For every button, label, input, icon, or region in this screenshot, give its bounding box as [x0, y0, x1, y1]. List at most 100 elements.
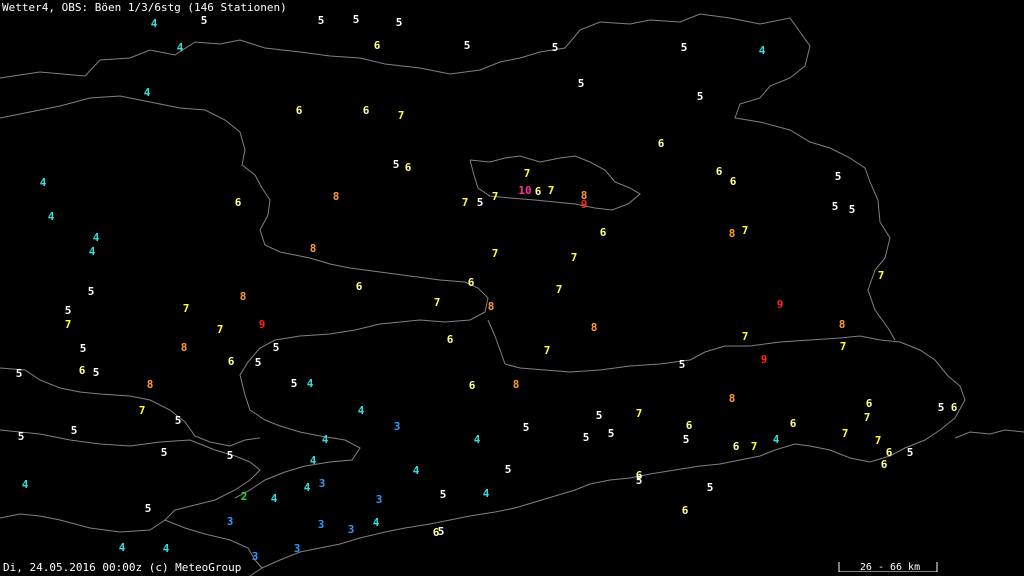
station-gust-value: 6 — [950, 401, 958, 414]
station-gust-value: 6 — [789, 417, 797, 430]
station-gust-value: 7 — [547, 184, 555, 197]
station-gust-value: 5 — [254, 356, 262, 369]
station-gust-value: 6 — [729, 175, 737, 188]
station-gust-value: 8 — [309, 242, 317, 255]
station-gust-value: 6 — [467, 276, 475, 289]
station-gust-value: 5 — [476, 196, 484, 209]
station-gust-value: 7 — [64, 318, 72, 331]
station-gust-value: 5 — [582, 431, 590, 444]
station-gust-value: 6 — [373, 39, 381, 52]
scale-label: 26 - 66 km — [859, 562, 921, 573]
station-gust-value: 5 — [290, 377, 298, 390]
station-gust-value: 5 — [595, 409, 603, 422]
station-gust-value: 4 — [270, 492, 278, 505]
station-gust-value: 4 — [150, 17, 158, 30]
station-gust-value: 5 — [160, 446, 168, 459]
station-gust-value: 5 — [87, 285, 95, 298]
station-gust-value: 7 — [863, 411, 871, 424]
station-gust-value: 8 — [728, 392, 736, 405]
station-gust-value: 4 — [412, 464, 420, 477]
station-gust-value: 7 — [461, 196, 469, 209]
border-southwest — [0, 429, 261, 533]
station-gust-value: 6 — [732, 440, 740, 453]
station-gust-value: 6 — [234, 196, 242, 209]
station-gust-value: 5 — [144, 502, 152, 515]
station-gust-value: 5 — [79, 342, 87, 355]
station-gust-value: 3 — [347, 523, 355, 536]
station-gust-value: 2 — [240, 490, 248, 503]
timestamp-copyright: Di, 24.05.2016 00:00z (c) MeteoGroup — [3, 561, 242, 574]
station-gust-value: 4 — [758, 44, 766, 57]
station-gust-value: 5 — [70, 424, 78, 437]
station-gust-value: 5 — [635, 474, 643, 487]
station-gust-value: 7 — [491, 247, 499, 260]
station-gust-value: 7 — [216, 323, 224, 336]
station-gust-value: 3 — [293, 542, 301, 555]
station-gust-value: 5 — [463, 39, 471, 52]
station-gust-value: 4 — [21, 478, 29, 491]
station-gust-value: 8 — [512, 378, 520, 391]
station-gust-value: 4 — [176, 41, 184, 54]
station-gust-value: 6 — [78, 364, 86, 377]
station-gust-value: 3 — [318, 477, 326, 490]
station-gust-value: 8 — [838, 318, 846, 331]
station-gust-value: 5 — [272, 341, 280, 354]
station-gust-value: 6 — [865, 397, 873, 410]
station-gust-value: 5 — [92, 366, 100, 379]
station-gust-value: 8 — [590, 321, 598, 334]
station-gust-value: 7 — [635, 407, 643, 420]
station-gust-value: 5 — [200, 14, 208, 27]
station-gust-value: 4 — [162, 542, 170, 555]
station-gust-value: 6 — [227, 355, 235, 368]
border-north — [0, 13, 896, 341]
station-gust-value: 6 — [295, 104, 303, 117]
station-gust-value: 7 — [750, 440, 758, 453]
station-gust-value: 7 — [543, 344, 551, 357]
station-gust-value: 4 — [92, 231, 100, 244]
station-gust-value: 3 — [226, 515, 234, 528]
station-gust-value: 5 — [504, 463, 512, 476]
station-gust-value: 8 — [180, 341, 188, 354]
station-gust-value: 5 — [906, 446, 914, 459]
station-gust-value: 7 — [570, 251, 578, 264]
station-gust-value: 5 — [834, 170, 842, 183]
station-gust-value: 8 — [146, 378, 154, 391]
station-gust-value: 4 — [372, 516, 380, 529]
map-title: Wetter4, OBS: Böen 1/3/6stg (146 Station… — [2, 1, 287, 14]
station-gust-value: 7 — [523, 167, 531, 180]
station-gust-value: 6 — [355, 280, 363, 293]
station-gust-value: 6 — [657, 137, 665, 150]
station-gust-value: 4 — [473, 433, 481, 446]
station-gust-value: 8 — [728, 227, 736, 240]
station-gust-value: 5 — [682, 433, 690, 446]
station-gust-value: 5 — [395, 16, 403, 29]
station-gust-value: 10 — [518, 184, 532, 197]
station-gust-value: 4 — [143, 86, 151, 99]
station-gust-value: 7 — [491, 190, 499, 203]
station-gust-value: 5 — [551, 41, 559, 54]
station-gust-value: 6 — [404, 161, 412, 174]
station-gust-value: 6 — [715, 165, 723, 178]
station-gust-value: 5 — [848, 203, 856, 216]
station-gust-value: 5 — [437, 525, 445, 538]
station-gust-value: 4 — [306, 377, 314, 390]
station-gust-value: 5 — [678, 358, 686, 371]
station-gust-value: 9 — [258, 318, 266, 331]
station-gust-value: 6 — [685, 419, 693, 432]
station-gust-value: 6 — [534, 185, 542, 198]
station-gust-value: 5 — [317, 14, 325, 27]
station-gust-value: 5 — [831, 200, 839, 213]
station-gust-value: 5 — [15, 367, 23, 380]
station-gust-value: 4 — [309, 454, 317, 467]
station-gust-value: 4 — [118, 541, 126, 554]
station-gust-value: 6 — [446, 333, 454, 346]
station-gust-value: 5 — [577, 77, 585, 90]
station-gust-value: 7 — [555, 283, 563, 296]
station-gust-value: 5 — [937, 401, 945, 414]
station-gust-value: 6 — [880, 458, 888, 471]
station-gust-value: 7 — [741, 330, 749, 343]
station-gust-value: 5 — [352, 13, 360, 26]
station-gust-value: 4 — [321, 433, 329, 446]
station-gust-value: 3 — [251, 550, 259, 563]
station-gust-value: 5 — [696, 90, 704, 103]
